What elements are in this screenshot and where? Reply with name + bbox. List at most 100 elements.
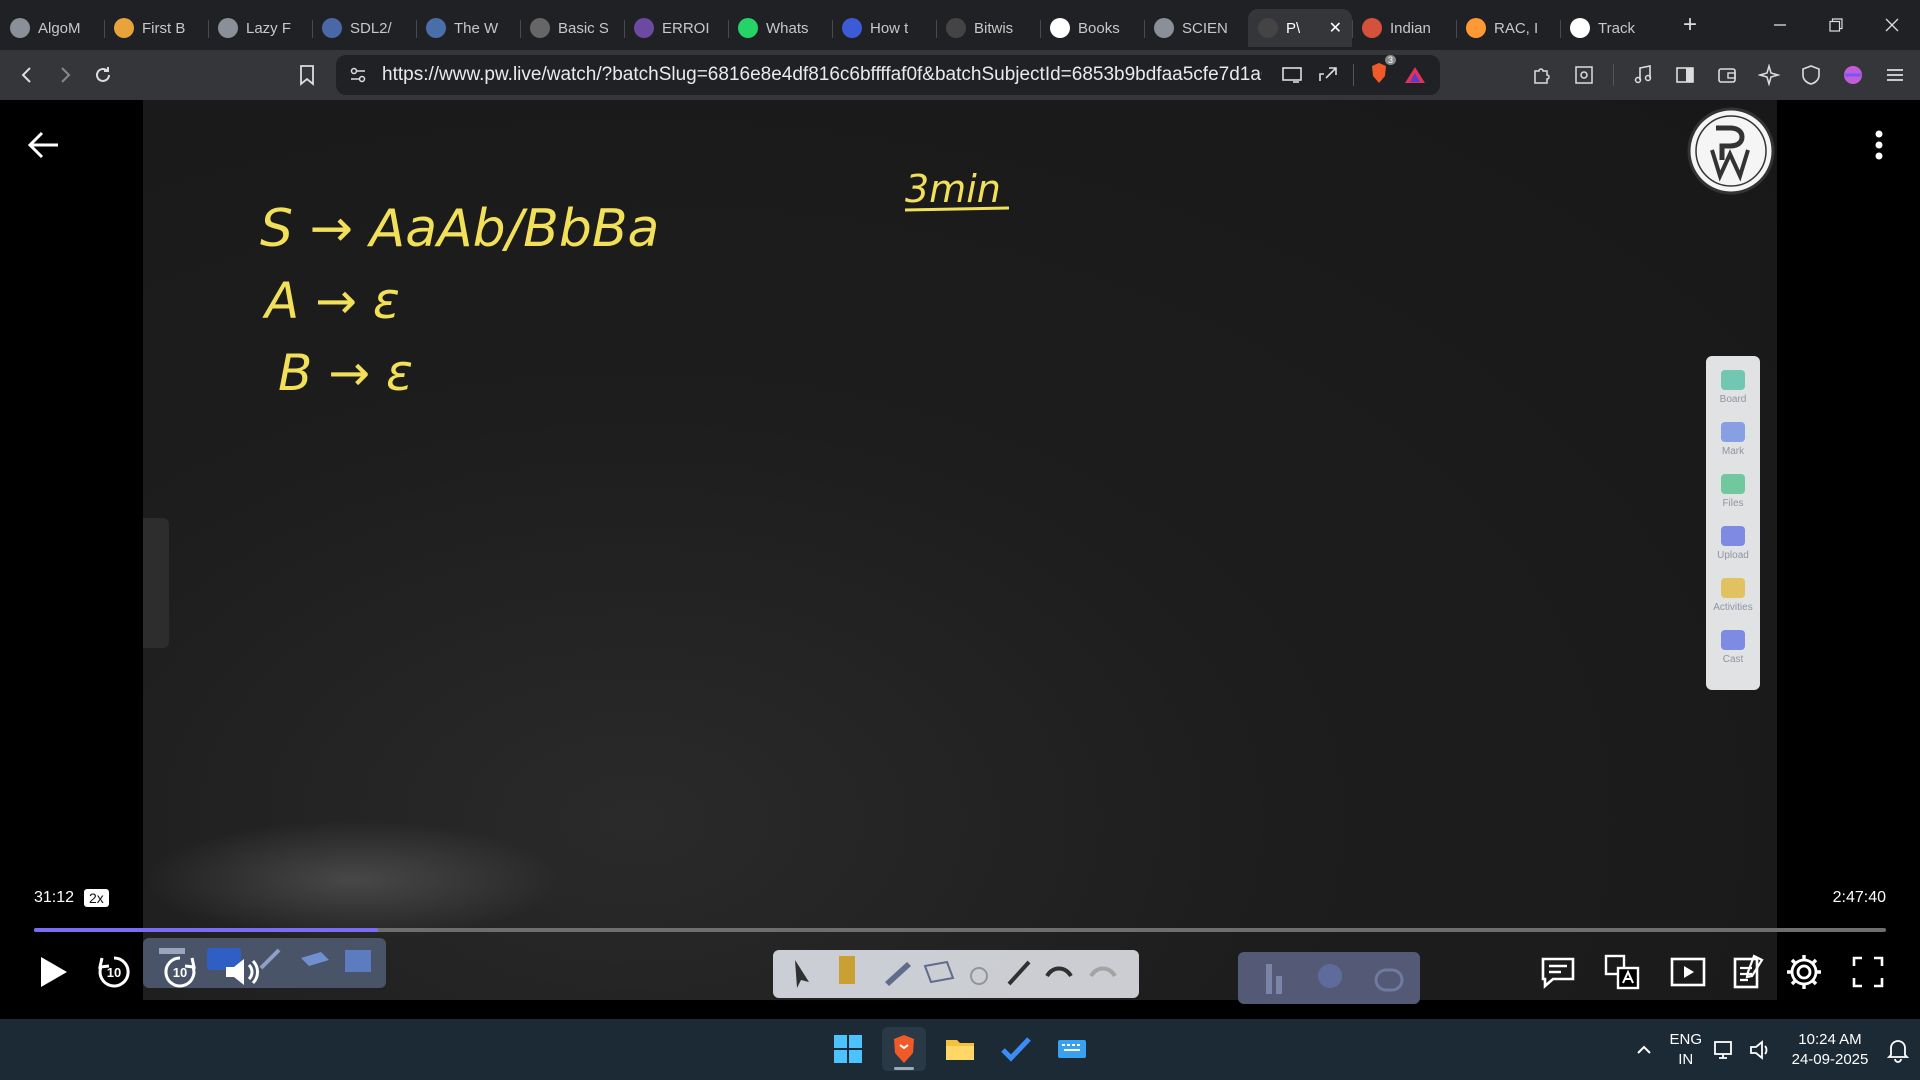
side-panel-item[interactable]: Upload xyxy=(1706,526,1760,561)
taskbar-todo-app[interactable] xyxy=(994,1027,1038,1071)
notification-bell-icon[interactable] xyxy=(1886,1037,1910,1063)
player-controls: 10 10 xyxy=(0,950,1920,1010)
side-panel-item[interactable]: Files xyxy=(1706,474,1760,509)
vpn-button[interactable] xyxy=(1792,56,1830,94)
browser-tab[interactable]: AlgoM xyxy=(0,9,104,47)
speaker-icon[interactable] xyxy=(1748,1037,1774,1063)
more-vertical-icon[interactable] xyxy=(1864,126,1894,164)
browser-tab[interactable]: RAC, I xyxy=(1456,9,1560,47)
volume-icon xyxy=(226,959,259,985)
bookmark-button[interactable] xyxy=(288,56,326,94)
rewind-10-button[interactable]: 10 xyxy=(92,950,136,994)
windows-logo-icon xyxy=(834,1035,862,1063)
forward-10-button[interactable]: 10 xyxy=(158,950,202,994)
board-line-1: S → AaAb/BbBa xyxy=(260,199,659,259)
browser-tab[interactable]: Indian xyxy=(1352,9,1456,47)
notes-icon xyxy=(1733,954,1764,989)
minimize-button[interactable] xyxy=(1752,0,1808,50)
brave-shields-button[interactable]: 3 xyxy=(1368,54,1396,90)
taskbar-keyboard-app[interactable] xyxy=(1050,1027,1094,1071)
chat-button[interactable] xyxy=(1536,950,1580,994)
browser-tab[interactable]: Track xyxy=(1560,9,1664,47)
brave-rewards-icon[interactable] xyxy=(1404,65,1426,85)
url-text[interactable]: https://www.pw.live/watch/?batchSlug=681… xyxy=(382,64,1262,86)
reader-mode-button[interactable] xyxy=(1565,56,1603,94)
play-icon xyxy=(41,957,67,987)
browser-tab[interactable]: Bitwis xyxy=(936,9,1040,47)
sidebar-button[interactable] xyxy=(1666,56,1704,94)
restore-button[interactable] xyxy=(1808,0,1864,50)
volume-button[interactable] xyxy=(220,950,264,994)
settings-button[interactable] xyxy=(1782,950,1826,994)
picture-in-picture-button[interactable] xyxy=(1666,950,1710,994)
browser-tab[interactable]: How t xyxy=(832,9,936,47)
play-button[interactable] xyxy=(30,950,74,994)
browser-tab[interactable]: SDL2/ xyxy=(312,9,416,47)
share-icon[interactable] xyxy=(1317,65,1339,85)
seek-bar-progress xyxy=(34,928,379,932)
browser-tab[interactable]: SCIEN xyxy=(1144,9,1248,47)
side-panel-item[interactable]: Cast xyxy=(1706,630,1760,665)
rewind-seconds: 10 xyxy=(106,965,122,980)
browser-tab[interactable]: First B xyxy=(104,9,208,47)
playback-speed-badge[interactable]: 2x xyxy=(84,889,109,907)
network-icon[interactable] xyxy=(1712,1037,1738,1063)
video-frame-blackboard: S → AaAb/BbBa A → ε B → ε 3min xyxy=(143,100,1777,1000)
side-panel-label: Upload xyxy=(1717,550,1749,561)
back-button[interactable] xyxy=(8,56,46,94)
taskbar-file-explorer[interactable] xyxy=(938,1027,982,1071)
reload-button[interactable] xyxy=(84,56,122,94)
browser-tab-label: How t xyxy=(870,19,909,37)
board-icon xyxy=(1721,370,1745,390)
back-arrow-icon[interactable] xyxy=(24,126,62,164)
minimize-icon xyxy=(1774,24,1786,26)
seek-bar[interactable] xyxy=(34,928,1886,932)
side-panel-label: Files xyxy=(1722,498,1744,509)
clock[interactable]: 10:24 AM 24-09-2025 xyxy=(1784,1030,1876,1070)
media-button[interactable] xyxy=(1624,56,1662,94)
side-panel-item[interactable]: Activities xyxy=(1706,578,1760,613)
browser-tab[interactable]: Books xyxy=(1040,9,1144,47)
translate-button[interactable] xyxy=(1600,950,1644,994)
start-button[interactable] xyxy=(826,1027,870,1071)
browser-tab-label: Basic S xyxy=(558,19,608,37)
side-panel-item[interactable]: Mark xyxy=(1706,422,1760,457)
leo-ai-button[interactable] xyxy=(1750,56,1788,94)
window-controls xyxy=(1752,0,1920,50)
gear-icon xyxy=(1787,955,1821,989)
browser-tab[interactable]: Basic S xyxy=(520,9,624,47)
close-window-button[interactable] xyxy=(1864,0,1920,50)
bookmark-icon xyxy=(300,65,314,86)
language-indicator[interactable]: ENG IN xyxy=(1669,1030,1702,1070)
chevron-up-icon[interactable] xyxy=(1629,1035,1659,1065)
browser-tab[interactable]: The W xyxy=(416,9,520,47)
new-tab-button[interactable]: + xyxy=(1672,7,1708,43)
algomaster-icon xyxy=(10,18,30,38)
browser-tab[interactable]: Lazy F xyxy=(208,9,312,47)
taskbar-brave-app[interactable] xyxy=(882,1027,926,1071)
browser-tab-label: RAC, I xyxy=(1494,19,1539,37)
divider xyxy=(1613,64,1614,86)
close-icon xyxy=(1885,18,1899,32)
menu-button[interactable] xyxy=(1876,56,1914,94)
forward-button[interactable] xyxy=(46,56,84,94)
cast-icon[interactable] xyxy=(1281,65,1303,85)
address-bar[interactable]: https://www.pw.live/watch/?batchSlug=681… xyxy=(336,54,1440,95)
current-time: 31:12 xyxy=(34,889,75,906)
side-panel-item[interactable]: Board xyxy=(1706,370,1760,405)
extensions-button[interactable] xyxy=(1523,56,1561,94)
fullscreen-button[interactable] xyxy=(1846,950,1890,994)
notes-button[interactable] xyxy=(1726,950,1770,994)
wallet-button[interactable] xyxy=(1708,56,1746,94)
profile-button[interactable] xyxy=(1834,56,1872,94)
browser-tab[interactable]: Whats xyxy=(728,9,832,47)
browser-tab[interactable]: ERROI xyxy=(624,9,728,47)
browser-tab-label: Track xyxy=(1598,19,1635,37)
close-tab-icon[interactable]: ✕ xyxy=(1329,18,1342,38)
browser-tab[interactable]: P\ ✕ xyxy=(1248,9,1352,47)
keyboard-icon xyxy=(1058,1040,1086,1058)
video-player[interactable]: S → AaAb/BbBa A → ε B → ε 3min Board Mark… xyxy=(0,100,1920,1019)
folder-icon xyxy=(946,1040,974,1060)
site-settings-icon[interactable] xyxy=(348,65,368,85)
whatsapp-icon xyxy=(738,18,758,38)
